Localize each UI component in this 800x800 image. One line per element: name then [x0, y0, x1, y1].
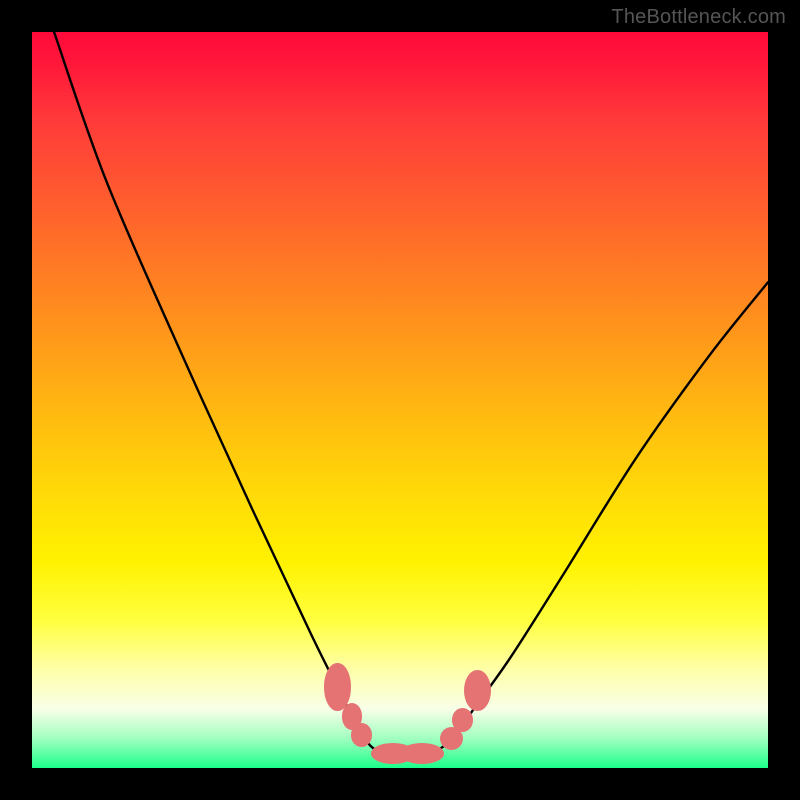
- curve-path: [54, 32, 768, 754]
- curve-svg: [32, 32, 768, 768]
- data-marker: [400, 743, 444, 764]
- credit-label: TheBottleneck.com: [611, 6, 786, 29]
- data-marker: [351, 723, 372, 747]
- plot-area: [32, 32, 768, 768]
- chart-frame: TheBottleneck.com: [0, 0, 800, 800]
- data-marker: [452, 708, 473, 732]
- data-marker: [464, 670, 490, 711]
